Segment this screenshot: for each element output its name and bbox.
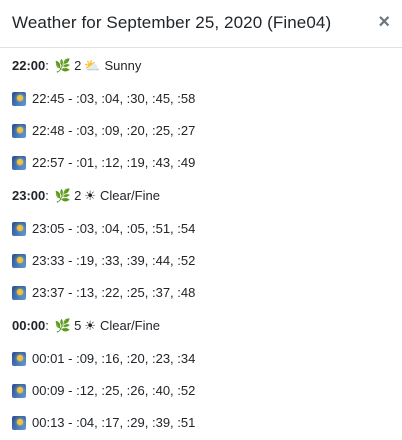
modal-header: Weather for September 25, 2020 (Fine04) … <box>0 0 402 48</box>
time-row: 23:37 - :13, :22, :25, :37, :48 <box>12 282 195 304</box>
shooting-star-icon <box>12 416 26 430</box>
hour-colon: : <box>45 58 49 73</box>
hour-time: 22:00 <box>12 58 46 73</box>
weather-modal: Weather for September 25, 2020 (Fine04) … <box>0 0 402 440</box>
hour-colon: : <box>45 188 49 203</box>
time-row: 00:13 - :04, :17, :29, :39, :51 <box>12 412 195 434</box>
hour-count: 5 <box>74 318 82 333</box>
shooting-star-icon <box>12 124 26 138</box>
sun-icon: ☀ <box>84 188 96 203</box>
hour-condition: Clear/Fine <box>99 188 160 203</box>
time-text: 23:05 - :03, :04, :05, :51, :54 <box>32 221 196 236</box>
time-text: 22:57 - :01, :12, :19, :43, :49 <box>32 155 196 170</box>
shooting-star-icon <box>12 156 26 170</box>
time-text: 23:33 - :19, :33, :39, :44, :52 <box>32 253 196 268</box>
time-text: 22:45 - :03, :04, :30, :45, :58 <box>32 91 196 106</box>
hour-colon: : <box>45 318 49 333</box>
time-text: 23:37 - :13, :22, :25, :37, :48 <box>32 285 196 300</box>
shooting-star-icon <box>12 92 26 106</box>
hour-count: 2 <box>74 58 82 73</box>
time-row: 23:33 - :19, :33, :39, :44, :52 <box>12 250 195 272</box>
time-row: 22:45 - :03, :04, :30, :45, :58 <box>12 88 195 110</box>
leaf-icon: 🌿 <box>54 188 72 203</box>
time-row: 00:01 - :09, :16, :20, :23, :34 <box>12 348 195 370</box>
time-text: 22:48 - :03, :09, :20, :25, :27 <box>32 123 196 138</box>
time-text: 00:01 - :09, :16, :20, :23, :34 <box>32 351 196 366</box>
leaf-icon: 🌿 <box>54 318 72 333</box>
sun-icon: ☀ <box>84 318 96 333</box>
shooting-star-icon <box>12 222 26 236</box>
modal-title: Weather for September 25, 2020 (Fine04) <box>12 13 332 32</box>
time-text: 00:09 - :12, :25, :26, :40, :52 <box>32 383 196 398</box>
time-row: 23:05 - :03, :04, :05, :51, :54 <box>12 218 195 240</box>
sun-behind-cloud-icon: ⛅ <box>84 58 101 73</box>
hour-condition: Sunny <box>104 58 142 73</box>
time-row: 22:57 - :01, :12, :19, :43, :49 <box>12 152 195 174</box>
shooting-star-icon <box>12 352 26 366</box>
hour-row: 00:00: 🌿 5 ☀ Clear/Fine <box>12 315 160 337</box>
hour-condition: Clear/Fine <box>99 318 160 333</box>
hour-row: 23:00: 🌿 2 ☀ Clear/Fine <box>12 185 160 207</box>
shooting-star-icon <box>12 254 26 268</box>
hour-count: 2 <box>74 188 82 203</box>
hour-row: 22:00: 🌿 2 ⛅ Sunny <box>12 55 141 77</box>
leaf-icon: 🌿 <box>54 58 72 73</box>
hour-time: 00:00 <box>12 318 46 333</box>
close-icon[interactable]: × <box>378 11 390 33</box>
hour-time: 23:00 <box>12 188 46 203</box>
time-row: 22:48 - :03, :09, :20, :25, :27 <box>12 120 195 142</box>
time-row: 00:09 - :12, :25, :26, :40, :52 <box>12 380 195 402</box>
shooting-star-icon <box>12 286 26 300</box>
time-text: 00:13 - :04, :17, :29, :39, :51 <box>32 415 196 430</box>
shooting-star-icon <box>12 384 26 398</box>
